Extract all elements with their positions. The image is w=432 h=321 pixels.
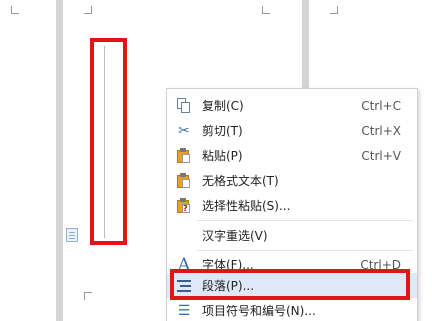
menu-item-label: 粘贴(P) (202, 149, 243, 163)
menu-item-label: 项目符号和编号(N)... (202, 304, 316, 318)
crop-mark (330, 6, 338, 14)
menu-item-paste[interactable]: 粘贴(P) Ctrl+V (167, 143, 417, 168)
crop-mark (84, 6, 92, 14)
menu-item-label: 无格式文本(T) (202, 174, 279, 188)
menu-item-label: 选择性粘贴(S)... (202, 199, 291, 213)
menu-item-copy[interactable]: 复制(C) Ctrl+C (167, 93, 417, 118)
document-page-left (0, 0, 56, 321)
menu-item-label: 复制(C) (202, 99, 244, 113)
crop-mark (84, 292, 92, 300)
annotation-highlight-paragraph (170, 269, 410, 300)
menu-separator (197, 220, 413, 221)
menu-item-paste-plain-text[interactable]: 无格式文本(T) (167, 168, 417, 193)
menu-item-reselect-chinese[interactable]: 汉字重选(V) (167, 223, 417, 248)
menu-item-shortcut: Ctrl+V (361, 148, 401, 163)
scissors-icon: ✂ (178, 122, 190, 139)
crop-mark (11, 6, 19, 14)
menu-item-paste-special[interactable]: ? 选择性粘贴(S)... (167, 193, 417, 218)
paste-plain-icon (175, 172, 193, 190)
menu-item-shortcut: Ctrl+C (361, 98, 401, 113)
menu-item-cut[interactable]: ✂ 剪切(T) Ctrl+X (167, 118, 417, 143)
annotation-highlight-cursor (90, 38, 127, 245)
document-icon (66, 228, 78, 242)
menu-item-label: 汉字重选(V) (202, 229, 268, 243)
menu-item-label: 剪切(T) (202, 124, 243, 138)
copy-icon (175, 97, 193, 115)
paste-special-icon: ? (175, 197, 193, 215)
menu-separator (197, 250, 413, 251)
page-gutter (56, 0, 63, 321)
list-icon: ☰ (177, 302, 191, 319)
menu-item-shortcut: Ctrl+X (361, 123, 401, 138)
menu-item-bullets-numbering[interactable]: ☰ 项目符号和编号(N)... (167, 298, 417, 321)
crop-mark (262, 6, 270, 14)
paste-icon (175, 147, 193, 165)
